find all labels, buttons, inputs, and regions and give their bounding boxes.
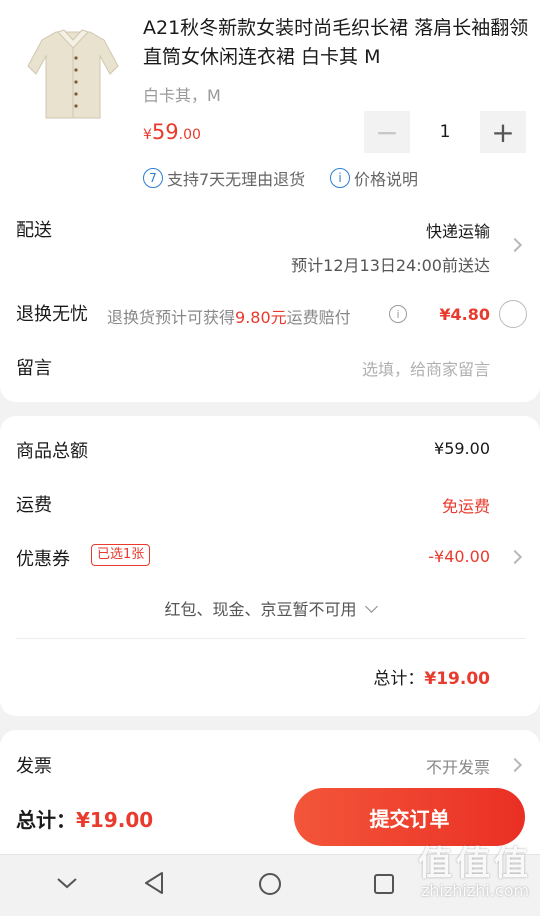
price-explanation[interactable]: i 价格说明 bbox=[330, 166, 418, 190]
return-worry-price: ¥4.80 bbox=[439, 305, 490, 324]
unavailable-text: 红包、现金、京豆暂不可用 bbox=[164, 600, 357, 619]
info-icon[interactable]: i bbox=[389, 305, 407, 323]
triangle-back-icon[interactable] bbox=[143, 871, 165, 895]
return-sub-after: 运费赔付 bbox=[286, 308, 351, 327]
invoice-value[interactable]: 不开发票 bbox=[426, 754, 490, 778]
site-watermark: 值值值 zhizhizhi.com bbox=[418, 836, 532, 900]
return-policy[interactable]: 7 支持7天无理由退货 bbox=[143, 166, 305, 190]
goods-total-value: ¥59.00 bbox=[434, 439, 490, 458]
return-worry-description: 退换货预计可获得9.80元运费赔付 bbox=[107, 304, 351, 328]
chevron-down-icon bbox=[364, 600, 378, 613]
info-icon: i bbox=[330, 168, 350, 188]
footer-total-value: ¥19.00 bbox=[76, 808, 154, 832]
footer-total-label: 总计： bbox=[16, 808, 76, 832]
circle-home-icon[interactable] bbox=[258, 872, 282, 896]
watermark-domain: zhizhizhi.com bbox=[420, 881, 530, 900]
delivery-eta[interactable]: 预计12月13日24:00前送达 bbox=[291, 252, 490, 276]
coupon-label: 优惠券 bbox=[16, 549, 70, 570]
summary-total: 总计：¥19.00 bbox=[373, 664, 490, 689]
shipping-label: 运费 bbox=[16, 495, 52, 516]
product-price: ¥59.00 bbox=[143, 120, 201, 144]
delivery-method[interactable]: 快递运输 bbox=[426, 218, 490, 242]
price-decimal: .00 bbox=[178, 127, 201, 143]
price-currency: ¥ bbox=[143, 127, 152, 143]
unavailable-payments[interactable]: 红包、现金、京豆暂不可用 bbox=[0, 596, 540, 620]
return-sub-before: 退换货预计可获得 bbox=[107, 308, 236, 327]
order-item-card: A21秋冬新款女装时尚毛织长裙 落肩长袖翻领直筒女休闲连衣裙 白卡其 M 白卡其… bbox=[0, 0, 540, 402]
product-thumbnail[interactable] bbox=[18, 26, 128, 122]
return-sub-amount: 9.80元 bbox=[235, 308, 287, 327]
seven-day-icon: 7 bbox=[143, 168, 163, 188]
coupon-value[interactable]: -¥40.00 bbox=[428, 547, 490, 566]
price-explanation-text: 价格说明 bbox=[354, 170, 419, 189]
quantity-value[interactable]: 1 bbox=[410, 111, 480, 153]
message-label: 留言 bbox=[16, 358, 52, 379]
quantity-decrease-button[interactable]: − bbox=[364, 111, 410, 153]
shipping-value: 免运费 bbox=[441, 497, 490, 516]
message-input[interactable]: 选填，给商家留言 bbox=[362, 356, 490, 380]
quantity-increase-button[interactable]: + bbox=[480, 111, 526, 153]
chevron-right-icon[interactable] bbox=[507, 237, 523, 253]
product-title[interactable]: A21秋冬新款女装时尚毛织长裙 落肩长袖翻领直筒女休闲连衣裙 白卡其 M bbox=[143, 14, 533, 72]
footer-total: 总计：¥19.00 bbox=[16, 804, 153, 833]
product-variant: 白卡其，M bbox=[143, 86, 221, 105]
summary-total-label: 总计： bbox=[373, 669, 425, 689]
return-worry-radio[interactable] bbox=[499, 300, 527, 328]
chevron-down-icon[interactable] bbox=[56, 875, 78, 891]
invoice-label: 发票 bbox=[16, 756, 52, 777]
price-integer: 59 bbox=[151, 120, 179, 144]
watermark-logo: 值值值 bbox=[418, 844, 532, 884]
quantity-stepper: − 1 + bbox=[364, 111, 526, 153]
summary-total-value: ¥19.00 bbox=[424, 669, 490, 689]
return-worry-label: 退换无忧 bbox=[16, 304, 88, 325]
square-recent-icon[interactable] bbox=[373, 873, 395, 895]
coupon-badge: 已选1张 bbox=[91, 544, 151, 566]
return-policy-text: 支持7天无理由退货 bbox=[167, 170, 306, 189]
delivery-label: 配送 bbox=[16, 220, 52, 241]
goods-total-label: 商品总额 bbox=[16, 441, 88, 462]
divider bbox=[16, 638, 526, 639]
